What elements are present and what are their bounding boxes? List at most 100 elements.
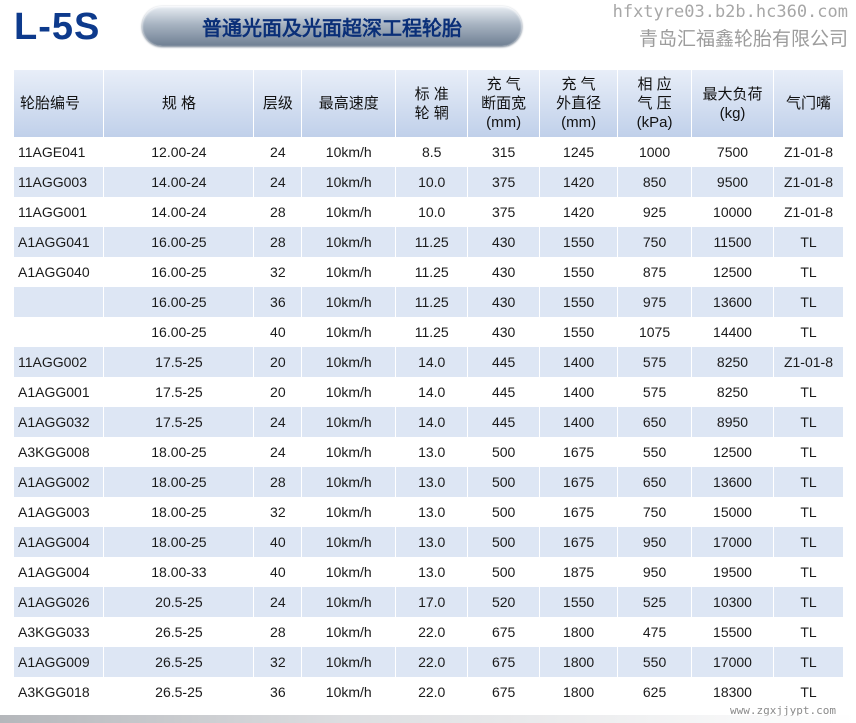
table-cell: A3KGG008	[14, 437, 105, 467]
table-cell: 445	[467, 377, 541, 407]
table-cell: 18300	[691, 677, 774, 707]
model-title: L-5S	[14, 6, 101, 48]
column-header-line: 规 格	[161, 95, 196, 112]
table-cell: 26.5-25	[103, 647, 255, 677]
column-header-line: 层级	[262, 95, 293, 112]
table-cell: 14.00-24	[103, 167, 255, 197]
table-cell: 1075	[617, 317, 693, 347]
table-cell: A1AGG003	[14, 497, 105, 527]
table-cell: 36	[253, 677, 303, 707]
table-cell: 13600	[691, 287, 774, 317]
table-cell: TL	[773, 497, 845, 527]
column-header-line: (kPa)	[636, 114, 673, 131]
table-cell: 12.00-24	[103, 137, 255, 167]
table-cell: 500	[467, 467, 541, 497]
table-cell: 1675	[539, 437, 619, 467]
table-cell: 13.0	[395, 557, 469, 587]
table-cell: 10km/h	[301, 347, 397, 377]
table-cell: 26.5-25	[103, 617, 255, 647]
category-banner: 普通光面及光面超深工程轮胎	[142, 6, 522, 46]
table-row: A1AGG003 18.00-25 32 10km/h 13.0 500 1675 750 15…	[14, 497, 845, 527]
column-header-line: 气 压	[637, 95, 672, 112]
table-cell: 1675	[539, 497, 619, 527]
table-cell: 10km/h	[301, 587, 397, 617]
table-cell: 10300	[691, 587, 774, 617]
table-cell: 15500	[691, 617, 774, 647]
column-header-line: 轮 辋	[414, 104, 449, 122]
table-cell: 625	[617, 677, 693, 707]
column-header-line: 相 应	[637, 76, 672, 93]
column-header-9: 气门嘴	[773, 70, 845, 137]
column-header-line: (kg)	[719, 104, 746, 122]
table-cell: 22.0	[395, 617, 469, 647]
table-cell: 950	[617, 527, 693, 557]
table-cell: A1AGG002	[14, 467, 105, 497]
watermark-company: 青岛汇福鑫轮胎有限公司	[638, 28, 848, 50]
column-header-line: (mm)	[561, 114, 597, 131]
table-cell: 950	[617, 557, 693, 587]
table-cell: 10km/h	[301, 287, 397, 317]
table-cell: 475	[617, 617, 693, 647]
table-cell: 1800	[539, 647, 619, 677]
table-cell: 32	[253, 257, 303, 287]
table-row: A1AGG001 17.5-25 20 10km/h 14.0 445 1400 575 825…	[14, 377, 845, 407]
table-cell: 11.25	[395, 227, 469, 257]
table-row: A1AGG004 18.00-33 40 10km/h 13.0 500 1875 950 19…	[14, 557, 845, 587]
table-row: 11AGG003 14.00-24 24 10km/h 10.0 375 1420 850 95…	[14, 167, 845, 197]
table-row: 11AGG002 17.5-25 20 10km/h 14.0 445 1400 575 825…	[14, 347, 845, 377]
table-cell: TL	[773, 437, 845, 467]
table-cell: 17.5-25	[103, 407, 255, 437]
table-cell: 18.00-25	[103, 497, 255, 527]
table-cell: 8950	[691, 407, 774, 437]
table-cell: 1400	[539, 377, 619, 407]
table-cell: 10km/h	[301, 257, 397, 287]
table-cell: TL	[773, 467, 845, 497]
table-cell: 1550	[539, 317, 619, 347]
table-cell: 15000	[691, 497, 774, 527]
table-cell: 1550	[539, 227, 619, 257]
table-row: A1AGG026 20.5-25 24 10km/h 17.0 520 1550 525 103…	[14, 587, 845, 617]
table-body: 11AGE041 12.00-24 24 10km/h 8.5 315 1245 1000 75…	[14, 137, 845, 707]
table-cell: TL	[773, 527, 845, 557]
table-cell: A1AGG032	[14, 407, 105, 437]
table-cell: A1AGG009	[14, 647, 105, 677]
table-cell: 18.00-25	[103, 437, 255, 467]
table-row: A3KGG008 18.00-25 24 10km/h 13.0 500 1675 550 12…	[14, 437, 845, 467]
column-header-3: 最高速度	[301, 70, 397, 137]
table-header-row: 轮胎编号规 格层级 最高速度标 准轮 辋充 气断面宽 (mm) 充 气外直径 (mm) 相…	[14, 70, 845, 137]
column-header-line: 最大负荷	[702, 85, 763, 103]
table-cell: 10km/h	[301, 557, 397, 587]
table-cell: 675	[467, 617, 541, 647]
table-cell: 13.0	[395, 497, 469, 527]
column-header-line: 最高速度	[318, 95, 379, 112]
table-cell: 32	[253, 647, 303, 677]
table-cell: 20.5-25	[103, 587, 255, 617]
table-cell: 26.5-25	[103, 677, 255, 707]
table-cell: 12500	[691, 257, 774, 287]
table-cell: 13.0	[395, 467, 469, 497]
table-cell: Z1-01-8	[773, 167, 845, 197]
table-row: 11AGG001 14.00-24 28 10km/h 10.0 375 1420 925 10…	[14, 197, 845, 227]
table-cell: A1AGG004	[14, 557, 105, 587]
table-cell: 11AGE041	[14, 137, 105, 167]
table-cell: 10km/h	[301, 527, 397, 557]
table-cell: 17.5-25	[103, 377, 255, 407]
table-cell: 445	[467, 347, 541, 377]
table-cell: 375	[467, 197, 541, 227]
category-banner-text: 普通光面及光面超深工程轮胎	[202, 15, 462, 40]
table-cell: 500	[467, 527, 541, 557]
table-cell: 11.25	[395, 317, 469, 347]
table-cell: 10km/h	[301, 647, 397, 677]
table-cell: 315	[467, 137, 541, 167]
table-cell: 525	[617, 587, 693, 617]
table-cell: 20	[253, 377, 303, 407]
table-cell: 675	[467, 677, 541, 707]
table-cell: 10km/h	[301, 227, 397, 257]
table-cell: 22.0	[395, 647, 469, 677]
table-row: A1AGG040 16.00-25 32 10km/h 11.25 430 1550 875 1…	[14, 257, 845, 287]
table-cell: TL	[773, 287, 845, 317]
table-cell: 430	[467, 317, 541, 347]
table-cell: 500	[467, 437, 541, 467]
table-cell: 24	[253, 587, 303, 617]
table-cell: 10km/h	[301, 467, 397, 497]
